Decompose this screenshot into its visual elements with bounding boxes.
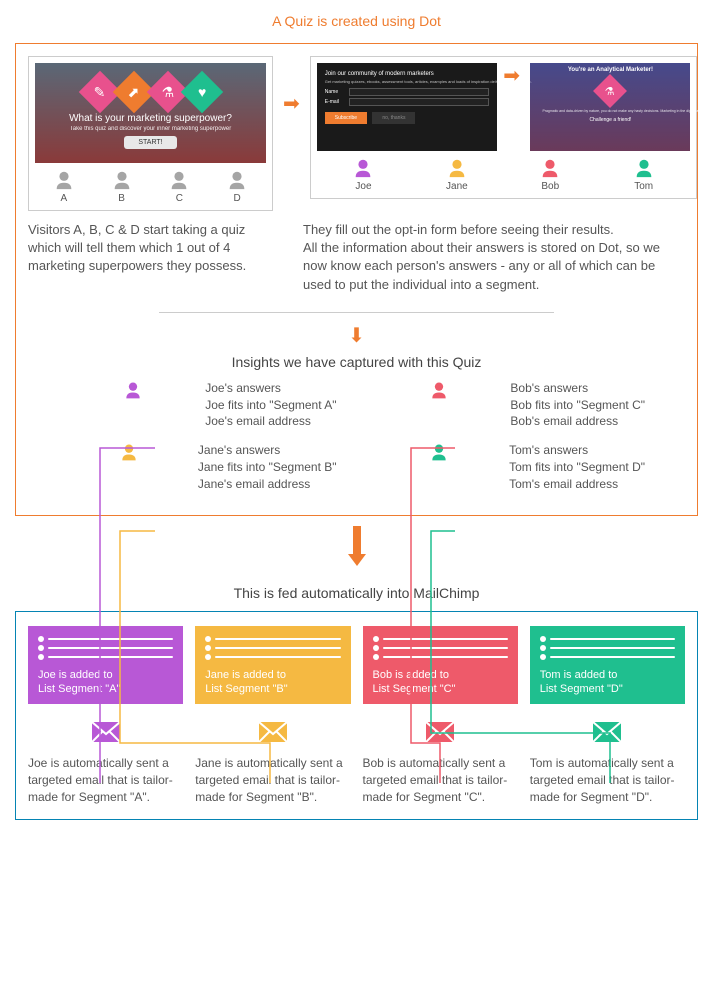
named-visitors-row: Joe Jane Bob Tom bbox=[317, 157, 691, 192]
envelope-icon bbox=[363, 722, 518, 747]
insight-line: Bob's email address bbox=[510, 413, 645, 430]
visitors-row: A BC D bbox=[35, 169, 266, 204]
segment-label: Tom is added toList Segment "D" bbox=[540, 668, 675, 697]
insight-line: Jane's email address bbox=[198, 476, 337, 493]
email-input[interactable] bbox=[349, 98, 489, 106]
insight-jane: Jane's answersJane fits into "Segment B"… bbox=[68, 442, 337, 492]
envelope-icon bbox=[28, 722, 183, 747]
insight-line: Tom's answers bbox=[509, 442, 645, 459]
result-badge-icon: ⚗ bbox=[593, 74, 627, 108]
result-card: You're an Analytical Marketer! ⚗ Pragmat… bbox=[530, 63, 690, 151]
arrow-down-icon: ⬇ bbox=[28, 323, 685, 348]
insight-line: Joe's answers bbox=[205, 380, 336, 397]
insight-bob: Bob's answersBob fits into "Segment C"Bo… bbox=[377, 380, 646, 430]
insights-title: Insights we have captured with this Quiz bbox=[28, 354, 685, 370]
person-icon bbox=[226, 169, 248, 191]
insight-line: Jane's answers bbox=[198, 442, 337, 459]
arrow-down-big-icon bbox=[5, 526, 708, 571]
divider bbox=[159, 312, 553, 313]
start-button[interactable]: START! bbox=[124, 136, 176, 149]
emails-row: Joe is automatically sent a targeted ema… bbox=[28, 722, 685, 805]
left-description: Visitors A, B, C & D start taking a quiz… bbox=[28, 221, 273, 276]
envelope-icon bbox=[195, 722, 350, 747]
optin-subtitle: Get marketing quizzes, ebooks, assessmen… bbox=[325, 79, 489, 84]
segments-row: Joe is added toList Segment "A" Jane is … bbox=[28, 626, 685, 705]
name-input[interactable] bbox=[349, 88, 489, 96]
mailchimp-title: This is fed automatically into MailChimp bbox=[5, 585, 708, 601]
person-icon bbox=[633, 157, 655, 179]
person-icon bbox=[446, 157, 468, 179]
mailchimp-section: Joe is added toList Segment "A" Jane is … bbox=[15, 611, 698, 821]
visitor-c: C bbox=[168, 169, 190, 204]
email-description: Joe is automatically sent a targeted ema… bbox=[28, 722, 183, 805]
right-description: They fill out the opt-in form before see… bbox=[303, 221, 685, 294]
insights-grid: Joe's answersJoe fits into "Segment A"Jo… bbox=[28, 380, 685, 503]
email-label: E-mail bbox=[325, 99, 345, 105]
visitor-bob: Bob bbox=[539, 157, 561, 192]
visitor-a: A bbox=[53, 169, 75, 204]
quiz-hero: ✎ ⬈ ⚗ ♥ What is your marketing superpowe… bbox=[35, 63, 266, 163]
arrow-right-icon: ➡ bbox=[283, 91, 300, 116]
person-icon bbox=[111, 169, 133, 191]
person-icon bbox=[123, 380, 143, 400]
segment-label: Bob is added toList Segment "C" bbox=[373, 668, 508, 697]
visitor-joe: Joe bbox=[352, 157, 374, 192]
quiz-section: ✎ ⬈ ⚗ ♥ What is your marketing superpowe… bbox=[15, 43, 698, 516]
insight-tom: Tom's answersTom fits into "Segment D"To… bbox=[377, 442, 646, 492]
person-icon bbox=[429, 442, 449, 462]
insight-line: Tom fits into "Segment D" bbox=[509, 459, 645, 476]
visitor-tom: Tom bbox=[633, 157, 655, 192]
insight-line: Tom's email address bbox=[509, 476, 645, 493]
person-icon bbox=[539, 157, 561, 179]
visitor-d: D bbox=[226, 169, 248, 204]
insight-line: Joe fits into "Segment A" bbox=[205, 397, 336, 414]
result-title: You're an Analytical Marketer! bbox=[534, 67, 686, 73]
result-text: Pragmatic and data-driven by nature, you… bbox=[542, 109, 678, 113]
visitor-jane: Jane bbox=[446, 157, 468, 192]
segment-label: Joe is added toList Segment "A" bbox=[38, 668, 173, 697]
person-icon bbox=[429, 380, 449, 400]
person-icon bbox=[119, 442, 139, 462]
quiz-start-panel: ✎ ⬈ ⚗ ♥ What is your marketing superpowe… bbox=[28, 56, 273, 211]
arrow-right-icon: ➡ bbox=[503, 63, 520, 88]
person-icon bbox=[168, 169, 190, 191]
insight-line: Joe's email address bbox=[205, 413, 336, 430]
main-title: A Quiz is created using Dot bbox=[5, 13, 708, 29]
hero-title: What is your marketing superpower? bbox=[69, 113, 232, 124]
no-thanks-button[interactable]: no, thanks bbox=[372, 112, 415, 124]
insight-line: Jane fits into "Segment B" bbox=[198, 459, 337, 476]
challenge-text: Challenge a friend! bbox=[534, 117, 686, 123]
name-label: Name bbox=[325, 89, 345, 95]
envelope-icon bbox=[530, 722, 685, 747]
optin-result-panel: Join our community of modern marketers G… bbox=[310, 56, 698, 199]
email-description: Jane is automatically sent a targeted em… bbox=[195, 722, 350, 805]
visitor-b: B bbox=[111, 169, 133, 204]
person-icon bbox=[352, 157, 374, 179]
email-description: Tom is automatically sent a targeted ema… bbox=[530, 722, 685, 805]
insight-line: Bob's answers bbox=[510, 380, 645, 397]
optin-title: Join our community of modern marketers bbox=[325, 71, 489, 77]
person-icon bbox=[53, 169, 75, 191]
subscribe-button[interactable]: Subscribe bbox=[325, 112, 367, 124]
segment-card: Tom is added toList Segment "D" bbox=[530, 626, 685, 705]
badge-heart-icon: ♥ bbox=[180, 71, 222, 113]
insight-joe: Joe's answersJoe fits into "Segment A"Jo… bbox=[68, 380, 337, 430]
segment-card: Jane is added toList Segment "B" bbox=[195, 626, 350, 705]
optin-form: Join our community of modern marketers G… bbox=[317, 63, 497, 151]
segment-label: Jane is added toList Segment "B" bbox=[205, 668, 340, 697]
email-description: Bob is automatically sent a targeted ema… bbox=[363, 722, 518, 805]
hero-subtitle: Take this quiz and discover your inner m… bbox=[70, 126, 231, 132]
insight-line: Bob fits into "Segment C" bbox=[510, 397, 645, 414]
segment-card: Joe is added toList Segment "A" bbox=[28, 626, 183, 705]
segment-card: Bob is added toList Segment "C" bbox=[363, 626, 518, 705]
